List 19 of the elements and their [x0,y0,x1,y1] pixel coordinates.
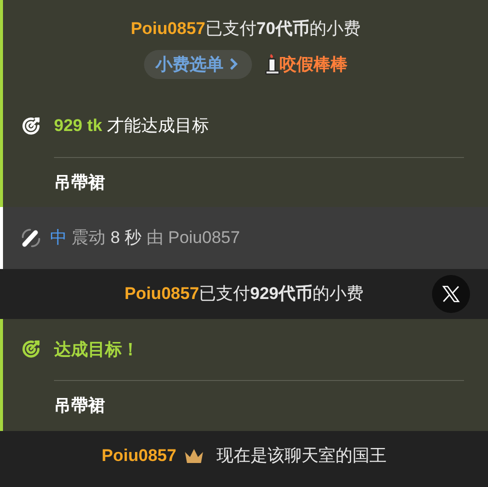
candle-icon [264,53,280,76]
goal-status: 达成目标！ [54,338,139,360]
tip-text: Poiu0857已支付70代币的小费 [130,18,360,40]
target-icon [20,338,42,360]
tip-text: Poiu0857已支付929代币的小费 [124,283,364,305]
target-icon [20,114,42,137]
chevron-right-icon [228,57,240,72]
goal-name: 吊帶裙 [53,395,106,417]
vibration-text: 中 震动 8 秒 由 Poiu0857 [50,227,240,250]
tip-menu-button[interactable]: 小费选单 [144,50,252,79]
x-logo-icon [441,284,461,304]
goal-name: 吊帶裙 [53,172,106,194]
crown-icon [184,448,204,464]
vibrator-icon [20,227,42,249]
user-name: Poiu0857 [102,445,176,468]
x-share-button[interactable] [432,274,470,313]
king-text: 现在是该聊天室的国王 [216,445,386,468]
tip-item: 咬假棒棒 [280,54,348,76]
goal-status: 929 tk 才能达成目标 [54,115,209,137]
